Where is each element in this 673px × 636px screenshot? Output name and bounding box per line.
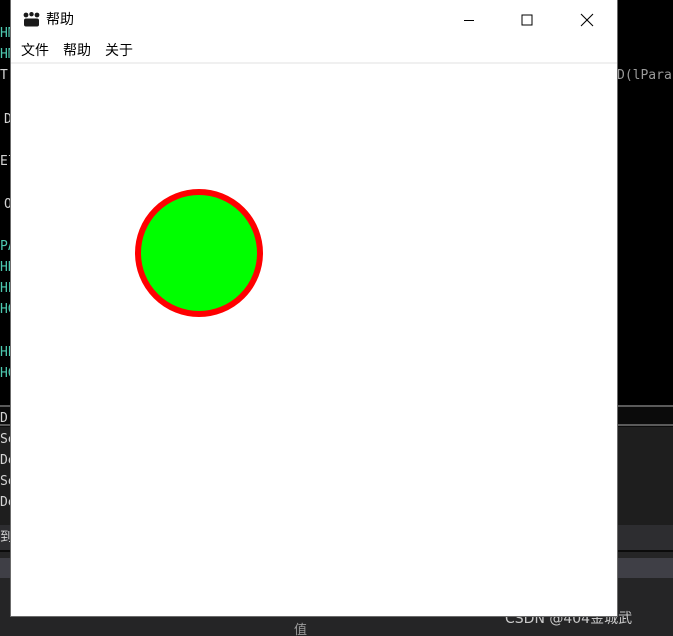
menu-bar: 文件 帮助 关于	[11, 40, 617, 64]
paw-icon	[23, 12, 40, 27]
close-icon	[580, 13, 594, 27]
menu-item-help[interactable]: 帮助	[56, 40, 98, 62]
maximize-button[interactable]	[498, 0, 556, 40]
green-circle	[135, 189, 263, 317]
close-button[interactable]	[558, 0, 616, 40]
desktop: HM HM Tr D El O PA HD HP HG HB HG D(lPar…	[0, 0, 673, 636]
help-window[interactable]: 帮助 文件 帮助 关于	[11, 0, 617, 616]
menu-item-about[interactable]: 关于	[98, 40, 140, 62]
client-area[interactable]	[11, 64, 617, 616]
minimize-icon	[464, 20, 474, 21]
code-fragment-right: D(lPara	[617, 68, 672, 83]
maximize-icon	[521, 14, 533, 26]
title-bar[interactable]: 帮助	[11, 0, 617, 40]
drawing-canvas	[135, 189, 263, 317]
window-title: 帮助	[46, 12, 74, 28]
value-column-label: 值	[294, 623, 308, 636]
menu-item-file[interactable]: 文件	[14, 40, 56, 62]
minimize-button[interactable]	[440, 0, 498, 40]
